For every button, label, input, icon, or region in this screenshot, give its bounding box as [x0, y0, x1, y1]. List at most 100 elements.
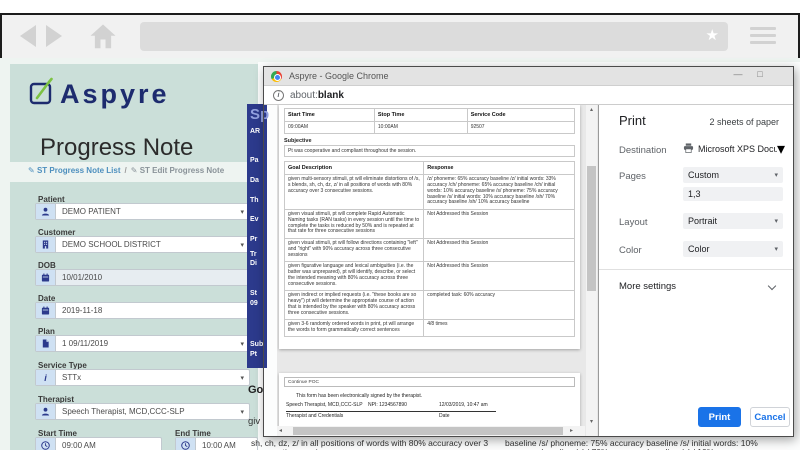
layout-select[interactable]: Portrait ▾ [683, 213, 783, 229]
url-host: blank [317, 89, 344, 101]
start-time-field[interactable]: 09:00 AM [35, 437, 162, 450]
subjective-label: Subjective [284, 137, 312, 144]
chevron-down-icon: ▾ [240, 408, 244, 416]
window-top-strip [0, 0, 800, 13]
preview-vertical-scrollbar[interactable]: ▴ ▾ [586, 105, 597, 436]
continue-poc-box: Continue POC [284, 377, 575, 387]
customer-select[interactable]: DEMO SCHOOL DISTRICT ▾ [35, 236, 250, 253]
preview-horizontal-scrollbar[interactable]: ◂ ▸ [277, 426, 585, 436]
address-bar[interactable]: ★ [140, 22, 728, 51]
more-settings[interactable]: More settings [619, 281, 676, 292]
therapist-credentials-label: Therapist and Credentials [286, 413, 344, 419]
scroll-right-icon[interactable]: ▸ [570, 427, 573, 434]
settings-divider [599, 269, 793, 270]
signature-block: This form has been electronically signed… [284, 390, 575, 424]
clock-icon [176, 438, 196, 450]
goal-row: given indirect or implied requests (i.e.… [283, 289, 575, 320]
page-info-icon[interactable]: i [273, 89, 284, 101]
scroll-up-icon[interactable]: ▴ [586, 106, 597, 113]
url-scheme: about: [290, 89, 318, 101]
maximize-button[interactable]: □ [753, 69, 767, 79]
pages-select[interactable]: Custom ▾ [683, 167, 783, 183]
forward-icon[interactable] [46, 25, 62, 47]
print-preview-pane: Start Time Stop Time Service Code 09:00A… [277, 105, 598, 436]
chevron-down-icon: ▾ [240, 374, 244, 382]
goal-row: given visual stimuli, pt will follow dir… [283, 237, 575, 262]
edit-icon: ✎ [130, 166, 138, 175]
service-type-select[interactable]: i STTx ▾ [35, 369, 250, 386]
chevron-down-icon: ▾ [774, 246, 778, 253]
signed-note: This form has been electronically signed… [296, 393, 423, 399]
print-button[interactable]: Print [698, 407, 741, 427]
breadcrumb-edit-link[interactable]: ✎ ST Edit Progress Note [131, 166, 224, 175]
goal-header-partial: Go [248, 384, 264, 396]
window-title-bar[interactable]: Aspyre - Google Chrome — □ [264, 67, 793, 86]
goal-row: given visual stimuli, pt will complete R… [283, 208, 575, 239]
sidebar-header: Aspyre Progress Note [10, 64, 258, 162]
pages-custom-input[interactable]: 1,3 [683, 187, 783, 201]
therapist-name: Speech Therapist, MCD,CCC-SLP [286, 402, 363, 408]
chevron-down-icon[interactable] [767, 281, 777, 291]
edit-icon: ✎ [28, 166, 35, 175]
user-icon [36, 204, 56, 219]
horizontal-scroll-thumb[interactable] [293, 427, 563, 435]
window-title: Aspyre - Google Chrome [289, 71, 389, 81]
preview-page-2: Continue POC This form has been electron… [279, 373, 580, 427]
page-title: Progress Note [40, 134, 194, 161]
home-icon[interactable] [88, 22, 118, 57]
date-field[interactable]: 2019-11-18 [35, 302, 250, 319]
chevron-down-icon: ▾ [776, 141, 785, 158]
subjective-text: Pt was cooperative and compliant through… [284, 144, 575, 157]
calendar-icon [36, 270, 56, 285]
print-dialog-title: Print [619, 113, 646, 128]
preview-page-1: Start Time Stop Time Service Code 09:00A… [279, 105, 580, 349]
plan-select[interactable]: 1 09/11/2019 ▾ [35, 335, 250, 352]
clock-icon [36, 438, 56, 450]
destination-label: Destination [619, 145, 667, 156]
logo-text: Aspyre [60, 79, 170, 109]
menu-icon[interactable] [750, 27, 776, 48]
popup-address-bar[interactable]: i about: blank [264, 86, 793, 105]
therapist-npi: NPI: 1234567890 [368, 402, 407, 408]
building-icon [36, 237, 56, 252]
back-icon[interactable] [20, 25, 36, 47]
chevron-down-icon: ▾ [774, 172, 778, 179]
dob-field: 10/01/2010 [35, 269, 250, 286]
scroll-left-icon[interactable]: ◂ [279, 427, 282, 434]
info-icon: i [36, 370, 56, 385]
vertical-scroll-thumb[interactable] [587, 166, 596, 291]
print-dialog-window: Aspyre - Google Chrome — □ i about: blank… [263, 66, 794, 437]
layout-label: Layout [619, 217, 648, 228]
signature-datetime: 12/03/2019, 10:47 am [439, 402, 488, 408]
breadcrumb: ✎ ST Progress Note List / ✎ ST Edit Progre… [28, 166, 224, 175]
color-label: Color [619, 245, 642, 256]
destination-select[interactable]: Microsoft XPS Docum ▾ [683, 141, 785, 158]
cancel-button[interactable]: Cancel [750, 407, 790, 427]
browser-toolbar: ★ [0, 13, 800, 58]
file-icon [36, 336, 56, 351]
chrome-icon [271, 70, 282, 82]
print-settings-panel: Print 2 sheets of paper Destination Micr… [598, 105, 793, 436]
date-label: Date [439, 413, 450, 419]
end-time-field[interactable]: 10:00 AM [175, 437, 258, 450]
goal-row: given 3-6 randomly ordered words in prin… [283, 318, 575, 338]
goal-row: given figurative language and lexical am… [283, 260, 575, 291]
pencil-logo-icon [28, 76, 58, 113]
aspyre-logo: Aspyre [28, 76, 170, 113]
breadcrumb-separator: / [124, 166, 127, 175]
pages-label: Pages [619, 171, 646, 182]
color-select[interactable]: Color ▾ [683, 241, 783, 257]
patient-select[interactable]: DEMO PATIENT ▾ [35, 203, 250, 220]
signature-line [286, 411, 496, 412]
therapist-select[interactable]: Speech Therapist, MCD,CCC-SLP ▾ [35, 403, 250, 420]
sheets-count: 2 sheets of paper [709, 117, 779, 127]
calendar-icon [36, 303, 56, 318]
goal-text-partial: giv [248, 416, 261, 427]
goals-table: Goal Description Response given multi-se… [283, 160, 575, 338]
breadcrumb-list-link[interactable]: ✎ ST Progress Note List [28, 166, 121, 175]
user-icon [36, 404, 56, 419]
chevron-down-icon: ▾ [774, 218, 778, 225]
bookmark-star-icon[interactable]: ★ [706, 27, 719, 45]
scroll-down-icon[interactable]: ▾ [586, 418, 597, 425]
minimize-button[interactable]: — [731, 69, 745, 79]
